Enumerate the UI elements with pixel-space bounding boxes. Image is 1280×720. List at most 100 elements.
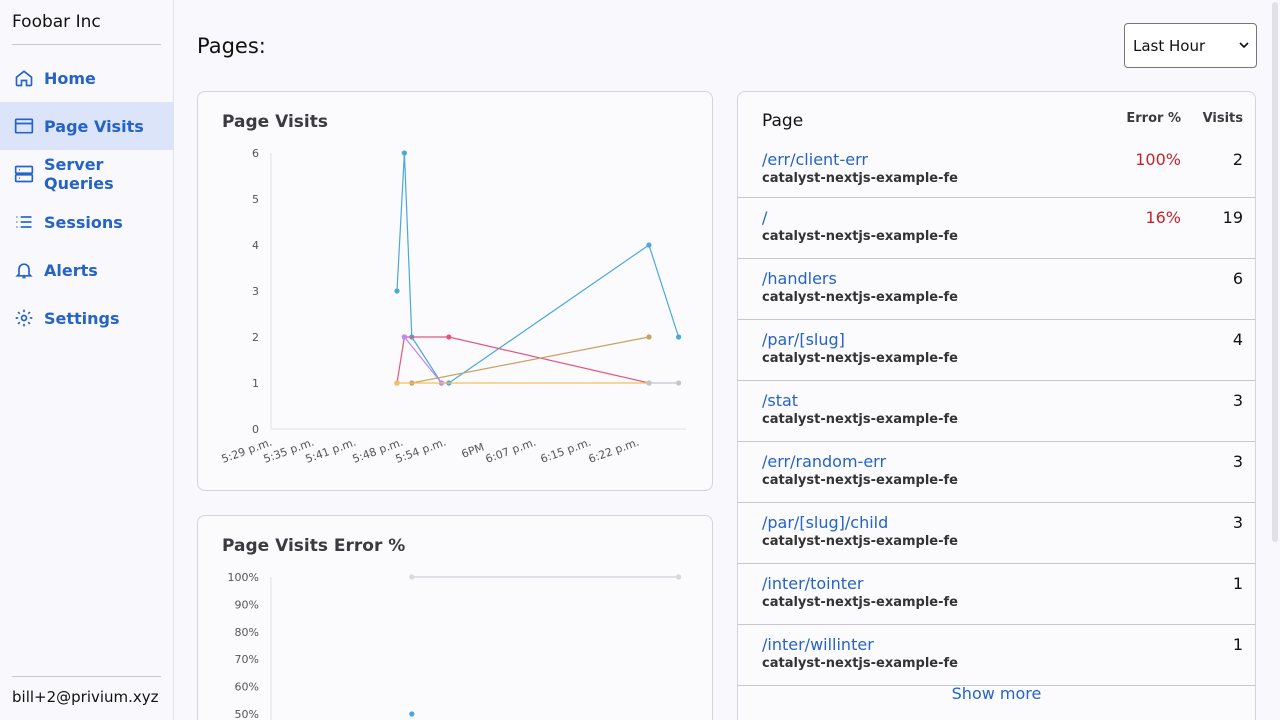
- pages-table-card: Page Error % Visits /err/client-err catal…: [737, 91, 1256, 720]
- sidebar-item-label: Home: [44, 68, 96, 88]
- data-point: [401, 150, 407, 156]
- table-row[interactable]: /handlers catalyst-nextjs-example-fe 6: [738, 259, 1255, 320]
- visit-count: 1: [1232, 635, 1243, 654]
- scrollbar[interactable]: [1272, 2, 1278, 542]
- service-name: catalyst-nextjs-example-fe: [762, 656, 958, 671]
- page-path-link[interactable]: /par/[slug]/child: [762, 513, 888, 532]
- visit-count: 6: [1232, 269, 1243, 288]
- server-icon: [14, 164, 34, 184]
- time-range-value: Last Hour: [1133, 36, 1206, 55]
- home-icon: [14, 68, 34, 88]
- data-point: [409, 574, 415, 580]
- table-row[interactable]: / catalyst-nextjs-example-fe 16% 19: [738, 198, 1255, 259]
- table-row[interactable]: /stat catalyst-nextjs-example-fe 3: [738, 381, 1255, 442]
- sidebar-item-settings[interactable]: Settings: [0, 294, 174, 342]
- gear-icon: [14, 308, 34, 328]
- y-tick-label: 80%: [235, 626, 259, 639]
- sidebar: Foobar Inc Home Page Visits Server Queri…: [0, 0, 174, 720]
- series-line: [396, 152, 680, 384]
- service-name: catalyst-nextjs-example-fe: [762, 171, 958, 186]
- y-tick-label: 5: [252, 193, 259, 206]
- divider: [12, 676, 161, 677]
- visit-count: 3: [1232, 391, 1243, 410]
- sidebar-item-label: Settings: [44, 308, 120, 328]
- y-tick-label: 0: [252, 423, 259, 436]
- sidebar-item-home[interactable]: Home: [0, 54, 174, 102]
- visit-count: 4: [1232, 330, 1243, 349]
- data-point: [394, 380, 400, 386]
- data-point: [394, 288, 400, 294]
- brand-name: Foobar Inc: [12, 12, 101, 32]
- column-header-error[interactable]: Error %: [1126, 111, 1181, 126]
- column-header-page: Page: [762, 111, 804, 131]
- page-path-link[interactable]: /err/client-err: [762, 150, 868, 169]
- error-percent: 16%: [1145, 208, 1181, 227]
- data-point: [675, 574, 682, 580]
- sidebar-item-page-visits[interactable]: Page Visits: [0, 102, 174, 150]
- x-tick-label: 6:22 p.m.: [587, 436, 641, 466]
- table-row[interactable]: /inter/tointer catalyst-nextjs-example-fe…: [738, 564, 1255, 625]
- page-path-link[interactable]: /inter/willinter: [762, 635, 874, 654]
- list-icon: [14, 212, 34, 232]
- y-tick-label: 4: [252, 239, 259, 252]
- column-header-visits[interactable]: Visits: [1203, 111, 1243, 126]
- visit-count: 3: [1232, 452, 1243, 471]
- data-point: [646, 242, 652, 248]
- sidebar-item-alerts[interactable]: Alerts: [0, 246, 174, 294]
- y-tick-label: 60%: [235, 681, 259, 694]
- divider: [12, 44, 161, 45]
- data-point: [675, 334, 682, 340]
- error-percent: 100%: [1135, 150, 1181, 169]
- table-row[interactable]: /err/client-err catalyst-nextjs-example-f…: [738, 140, 1255, 198]
- service-name: catalyst-nextjs-example-fe: [762, 229, 958, 244]
- bell-icon: [14, 260, 34, 280]
- sidebar-item-label: Alerts: [44, 260, 98, 280]
- time-range-select[interactable]: Last Hour: [1124, 23, 1257, 68]
- data-point: [646, 380, 652, 386]
- data-point: [446, 334, 452, 340]
- service-name: catalyst-nextjs-example-fe: [762, 595, 958, 610]
- table-body: /err/client-err catalyst-nextjs-example-f…: [738, 140, 1255, 686]
- sidebar-nav: Home Page Visits Server Queries Sessions…: [0, 54, 174, 342]
- y-tick-label: 50%: [235, 708, 259, 720]
- x-tick-label: 6PM: [460, 441, 486, 461]
- data-point: [675, 380, 682, 386]
- sidebar-item-sessions[interactable]: Sessions: [0, 198, 174, 246]
- data-point: [409, 711, 415, 717]
- show-more-link[interactable]: Show more: [738, 684, 1255, 703]
- x-tick-label: 6:07 p.m.: [484, 436, 538, 466]
- y-tick-label: 90%: [235, 598, 259, 611]
- y-tick-label: 70%: [235, 653, 259, 666]
- error-chart: 50% 60% 70% 80% 90% 100%: [228, 571, 682, 720]
- visit-count: 1: [1232, 574, 1243, 593]
- y-tick-label: 6: [252, 147, 259, 160]
- page-path-link[interactable]: /par/[slug]: [762, 330, 845, 349]
- visit-count: 3: [1232, 513, 1243, 532]
- series-line: [411, 336, 650, 384]
- y-tick-label: 2: [252, 331, 259, 344]
- service-name: catalyst-nextjs-example-fe: [762, 412, 958, 427]
- x-tick-label: 6:15 p.m.: [539, 436, 593, 466]
- table-row[interactable]: /err/random-err catalyst-nextjs-example-f…: [738, 442, 1255, 503]
- series-line: [403, 336, 442, 384]
- page-path-link[interactable]: /stat: [762, 391, 798, 410]
- user-email[interactable]: bill+2@privium.xyz: [12, 688, 159, 706]
- page-path-link[interactable]: /inter/tointer: [762, 574, 863, 593]
- page-path-link[interactable]: /err/random-err: [762, 452, 886, 471]
- sidebar-item-label: Server Queries: [44, 155, 114, 193]
- table-row[interactable]: /par/[slug]/child catalyst-nextjs-example…: [738, 503, 1255, 564]
- table-row[interactable]: /inter/willinter catalyst-nextjs-example-…: [738, 625, 1255, 686]
- page-path-link[interactable]: /handlers: [762, 269, 837, 288]
- sidebar-item-server-queries[interactable]: Server Queries: [0, 150, 174, 198]
- chevron-down-icon: [1239, 42, 1249, 49]
- data-point: [646, 334, 652, 340]
- table-row[interactable]: /par/[slug] catalyst-nextjs-example-fe 4: [738, 320, 1255, 381]
- sidebar-item-label: Page Visits: [44, 116, 144, 136]
- error-chart-card: Page Visits Error % 50% 60% 70% 80% 90% 100%: [197, 515, 713, 720]
- table-header: Page Error % Visits: [738, 92, 1255, 140]
- service-name: catalyst-nextjs-example-fe: [762, 473, 958, 488]
- service-name: catalyst-nextjs-example-fe: [762, 534, 958, 549]
- data-point: [401, 334, 407, 340]
- sidebar-item-label: Sessions: [44, 212, 123, 232]
- page-path-link[interactable]: /: [762, 208, 767, 227]
